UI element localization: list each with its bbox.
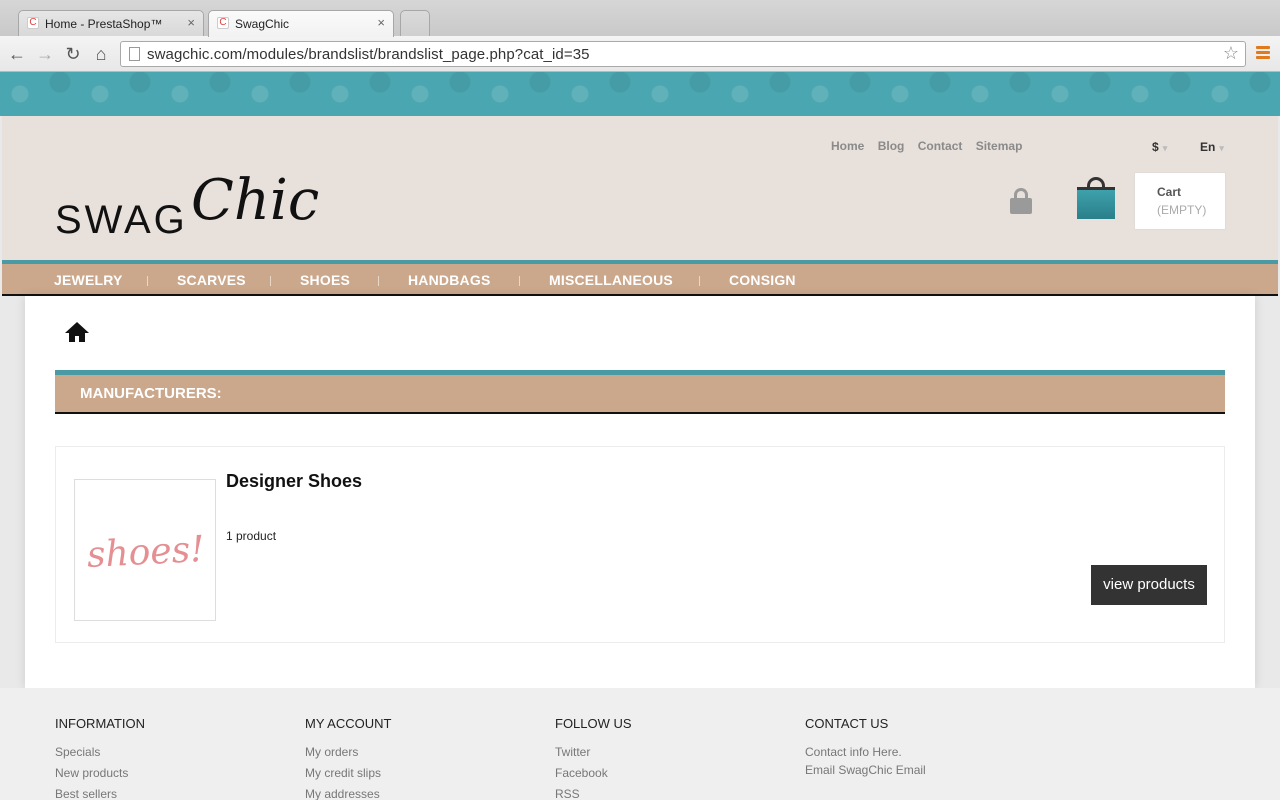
reload-icon[interactable]: ↻ <box>62 43 84 65</box>
footer-col-my-account: MY ACCOUNT My orders My credit slips My … <box>305 716 391 800</box>
cart-status: (EMPTY) <box>1157 203 1207 217</box>
footer-heading: FOLLOW US <box>555 716 632 731</box>
nav-separator <box>147 276 148 286</box>
footer-link[interactable]: Best sellers <box>55 787 145 800</box>
home-breadcrumb-icon[interactable] <box>65 322 89 344</box>
site-favicon-icon: C <box>217 17 229 29</box>
top-link-sitemap[interactable]: Sitemap <box>976 139 1023 153</box>
manufacturers-heading: MANUFACTURERS: <box>55 370 1225 414</box>
footer-col-information: INFORMATION Specials New products Best s… <box>55 716 145 800</box>
close-icon[interactable]: × <box>377 15 385 30</box>
top-link-blog[interactable]: Blog <box>878 139 905 153</box>
nav-separator <box>519 276 520 286</box>
currency-selector[interactable]: $ ▾ <box>1152 140 1167 154</box>
brand-list-item: shoes! Designer Shoes 1 product view pro… <box>55 446 1225 643</box>
footer-link[interactable]: My credit slips <box>305 766 391 780</box>
nav-item-consign[interactable]: CONSIGN <box>729 272 796 288</box>
nav-separator <box>378 276 379 286</box>
logo-swag-text: SWAG <box>55 198 188 242</box>
bookmark-star-icon[interactable]: ☆ <box>1223 43 1239 64</box>
tab-home-prestashop[interactable]: C Home - PrestaShop™ × <box>18 10 204 37</box>
address-bar[interactable]: swagchic.com/modules/brandslist/brandsli… <box>120 41 1246 67</box>
browser-toolbar: ← → ↻ ⌂ swagchic.com/modules/brandslist/… <box>0 36 1280 72</box>
currency-value: $ <box>1152 140 1159 154</box>
tab-title: Home - PrestaShop™ <box>45 17 163 31</box>
site-footer: INFORMATION Specials New products Best s… <box>0 688 1280 800</box>
cart-label: Cart <box>1157 185 1182 199</box>
footer-link[interactable]: Specials <box>55 745 145 759</box>
header-pattern-band <box>0 72 1280 116</box>
top-link-contact[interactable]: Contact <box>918 139 963 153</box>
site-header: SWAG Chic Home Blog Contact Sitemap $ ▾ E… <box>2 116 1278 260</box>
browser-menu-icon[interactable] <box>1256 46 1270 62</box>
top-link-home[interactable]: Home <box>831 139 864 153</box>
footer-col-contact-us: CONTACT US Contact info Here. Email Swag… <box>805 716 926 784</box>
footer-contact-email[interactable]: Email SwagChic Email <box>805 763 926 777</box>
caret-down-icon: ▾ <box>1219 143 1224 153</box>
footer-link[interactable]: New products <box>55 766 145 780</box>
footer-contact-text: Contact info Here. <box>805 745 902 759</box>
nav-item-handbags[interactable]: HANDBAGS <box>408 272 491 288</box>
footer-col-follow-us: FOLLOW US Twitter Facebook RSS <box>555 716 632 800</box>
brand-thumbnail[interactable]: shoes! <box>74 479 216 621</box>
tab-title: SwagChic <box>235 17 290 31</box>
footer-heading: MY ACCOUNT <box>305 716 392 731</box>
footer-link-facebook[interactable]: Facebook <box>555 766 632 780</box>
main-content: MANUFACTURERS: shoes! Designer Shoes 1 p… <box>25 296 1255 688</box>
page-icon <box>129 47 140 61</box>
cart-box[interactable]: Cart (EMPTY) <box>1134 172 1226 230</box>
browser-tabstrip: C Home - PrestaShop™ × C SwagChic × <box>0 0 1280 37</box>
footer-link[interactable]: My addresses <box>305 787 391 800</box>
new-tab-button[interactable] <box>400 10 430 37</box>
footer-heading: CONTACT US <box>805 716 889 731</box>
lock-icon[interactable] <box>1010 188 1032 214</box>
caret-down-icon: ▾ <box>1162 143 1168 153</box>
back-icon[interactable]: ← <box>6 43 28 65</box>
footer-link[interactable]: My orders <box>305 745 391 759</box>
section-title: MANUFACTURERS: <box>80 385 222 402</box>
close-icon[interactable]: × <box>187 15 195 30</box>
shopping-bag-icon[interactable] <box>1077 177 1115 219</box>
home-icon[interactable]: ⌂ <box>90 43 112 65</box>
main-nav: JEWELRY SCARVES SHOES HANDBAGS MISCELLAN… <box>2 260 1278 296</box>
footer-link-twitter[interactable]: Twitter <box>555 745 632 759</box>
language-value: En <box>1200 140 1216 154</box>
nav-item-shoes[interactable]: SHOES <box>300 272 350 288</box>
web-page: SWAG Chic Home Blog Contact Sitemap $ ▾ E… <box>0 72 1280 800</box>
site-logo[interactable]: SWAG Chic <box>55 168 335 248</box>
logo-chic-text: Chic <box>191 168 320 233</box>
footer-link-rss[interactable]: RSS <box>555 787 632 800</box>
nav-item-scarves[interactable]: SCARVES <box>177 272 246 288</box>
nav-item-jewelry[interactable]: JEWELRY <box>54 272 123 288</box>
nav-item-miscellaneous[interactable]: MISCELLANEOUS <box>549 272 673 288</box>
brand-product-count: 1 product <box>226 529 277 543</box>
tab-swagchic[interactable]: C SwagChic × <box>208 10 394 37</box>
view-products-button[interactable]: view products <box>1091 565 1207 605</box>
top-links: Home Blog Contact Sitemap <box>831 139 1032 153</box>
url-text[interactable]: swagchic.com/modules/brandslist/brandsli… <box>147 46 590 63</box>
forward-icon[interactable]: → <box>34 43 56 65</box>
footer-heading: INFORMATION <box>55 716 146 731</box>
thumbnail-script-text: shoes! <box>86 528 206 577</box>
language-selector[interactable]: En ▾ <box>1200 140 1224 154</box>
nav-separator <box>270 276 271 286</box>
brand-name[interactable]: Designer Shoes <box>226 471 362 492</box>
site-favicon-icon: C <box>27 17 39 29</box>
nav-separator <box>699 276 700 286</box>
